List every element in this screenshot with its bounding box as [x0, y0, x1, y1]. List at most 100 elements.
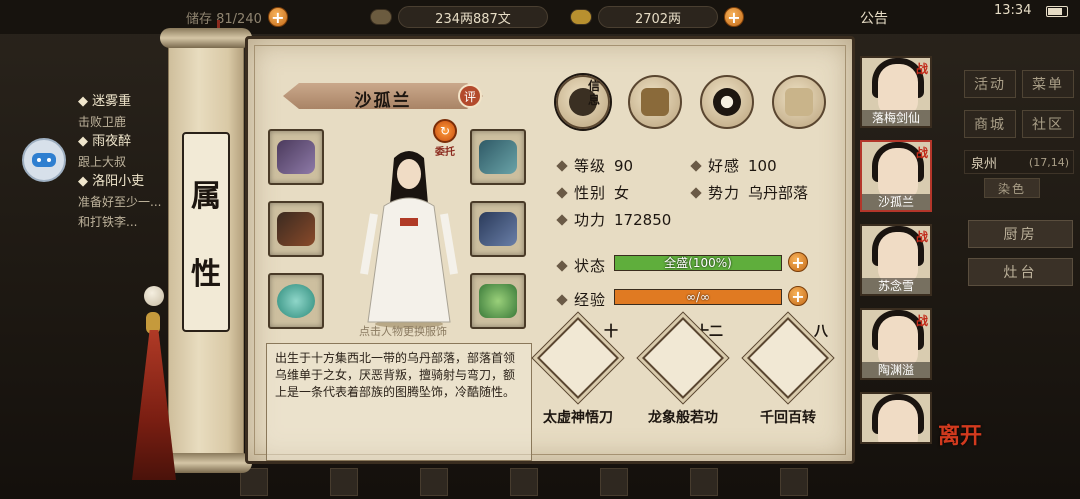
battle-badge: 战	[915, 230, 928, 244]
bag-icon	[641, 88, 669, 116]
dye-button[interactable]: 染色	[984, 178, 1040, 198]
stat-value: 100	[748, 156, 777, 175]
bottom-nav-item[interactable]	[690, 468, 718, 496]
leave-button[interactable]: 离开	[938, 418, 982, 450]
stat-label: 性别	[574, 184, 607, 202]
gold-pill: 2702两	[598, 6, 718, 28]
gold-counter: 2702两 +	[570, 6, 744, 28]
bottom-nav-item[interactable]	[600, 468, 628, 496]
tab-meridian[interactable]	[772, 75, 826, 129]
exp-plus-button[interactable]: +	[788, 286, 808, 306]
bottom-nav-item[interactable]	[420, 468, 448, 496]
character-figure[interactable]	[354, 144, 464, 329]
storage-plus-button[interactable]: +	[267, 7, 288, 27]
roster-card[interactable]: 战 陶渊溢	[860, 308, 932, 380]
diamond-icon	[556, 259, 568, 272]
skill-level: 八	[814, 324, 828, 340]
attribute-tab-char: 性	[191, 257, 221, 292]
stat-value: 90	[614, 156, 634, 175]
avatar	[878, 232, 918, 284]
equip-slot-accessory[interactable]	[470, 273, 526, 329]
stat-label: 好感	[708, 157, 741, 175]
tab-bag[interactable]	[628, 75, 682, 129]
location-coords: (17,14)	[1028, 155, 1069, 169]
stat-label: 功力	[574, 211, 607, 229]
roster-card[interactable]	[860, 392, 932, 444]
bottom-nav-item[interactable]	[780, 468, 808, 496]
roster-card[interactable]: 战 沙孤兰	[860, 140, 932, 212]
exp-bar: ∞/∞	[614, 289, 782, 305]
character-description: 出生于十方集西北一带的乌丹部落，部落首领乌维单于之女，厌恶背叛，擅骑射与弯刀，额…	[266, 343, 532, 461]
roster-card[interactable]: 战 落梅剑仙	[860, 56, 932, 128]
diamond-icon	[556, 293, 568, 306]
battle-badge: 战	[915, 314, 928, 328]
skill-name: 千回百转	[760, 410, 816, 426]
roster-name: 落梅剑仙	[862, 110, 930, 126]
activity-button[interactable]: 活动	[964, 70, 1016, 98]
stat-value: 女	[614, 184, 630, 202]
equip-slot-helmet[interactable]	[470, 129, 526, 185]
kitchen-button[interactable]: 厨房	[968, 220, 1073, 248]
review-button[interactable]: 评	[458, 84, 482, 108]
roller-cap-top	[160, 28, 252, 48]
exp-bar-text: ∞/∞	[685, 290, 711, 304]
tab-taiji[interactable]	[700, 75, 754, 129]
jade-icon	[479, 284, 517, 318]
outfit-hint: 点击人物更换服饰	[359, 325, 447, 338]
stat-power: 功力 172850	[556, 209, 672, 230]
roster-card[interactable]: 战 苏念雪	[860, 224, 932, 296]
name-banner: 沙孤兰	[283, 81, 483, 111]
diamond-icon	[690, 159, 702, 172]
stat-label: 等级	[574, 157, 607, 175]
meridian-icon	[785, 88, 813, 116]
state-bar: 全盛(100%)	[614, 255, 782, 271]
character-portrait	[360, 151, 458, 328]
skill-slot[interactable]: 十二 龙象般若功	[641, 316, 725, 427]
avatar	[878, 400, 918, 442]
delegate-label: 委托	[435, 147, 455, 158]
stat-state: 状态	[556, 255, 606, 276]
equip-slot-ring[interactable]	[268, 273, 324, 329]
shop-button[interactable]: 商城	[964, 110, 1016, 138]
skill-slot[interactable]: 八 千回百转	[746, 316, 830, 427]
avatar	[878, 64, 918, 116]
delegate-button[interactable]: ↻ 委托	[430, 119, 460, 159]
bottom-nav-item[interactable]	[330, 468, 358, 496]
equip-slot-weapon[interactable]	[268, 201, 324, 257]
stat-value: 172850	[614, 210, 672, 229]
battle-badge: 战	[915, 146, 928, 160]
menu-button[interactable]: 菜单	[1022, 70, 1074, 98]
bead-ornament	[144, 286, 164, 306]
bottom-nav	[240, 464, 840, 499]
stat-label: 势力	[708, 184, 741, 202]
silver-pill: 234两887文	[398, 6, 548, 28]
diamond-icon	[556, 213, 568, 226]
gold-value: 2702两	[634, 11, 682, 27]
stove-button[interactable]: 灶台	[968, 258, 1073, 286]
gold-plus-button[interactable]: +	[724, 7, 744, 27]
equip-slot-weapon-box[interactable]	[268, 129, 324, 185]
silver-counter: 234两887文	[370, 6, 548, 28]
skill-name: 龙象般若功	[648, 410, 718, 426]
clock: 13:34	[994, 3, 1032, 18]
location-display[interactable]: 泉州 (17,14)	[964, 150, 1074, 174]
skill-slot[interactable]: 十 太虚神悟刀	[536, 316, 620, 427]
gamepad-button[interactable]	[22, 138, 66, 182]
community-button[interactable]: 社区	[1022, 110, 1074, 138]
bottom-nav-item[interactable]	[510, 468, 538, 496]
avatar	[878, 316, 918, 368]
skill-name: 太虚神悟刀	[543, 410, 613, 426]
battery-icon	[1046, 6, 1068, 17]
character-panel: 沙孤兰 评 ↻ 委托 点击人物更换服饰 出生于十方集西北一带的乌丹部落，部落首领…	[245, 36, 855, 464]
roster-name: 沙孤兰	[862, 194, 930, 210]
stat-favor: 好感 100	[690, 155, 777, 176]
equip-slot-armor[interactable]	[470, 201, 526, 257]
attribute-tab[interactable]: 属 性	[182, 132, 230, 332]
blade-icon	[277, 212, 315, 246]
scroll-roller: 属 性	[160, 28, 252, 473]
avatar	[878, 148, 918, 200]
notice-button[interactable]: 公告	[860, 8, 888, 28]
state-plus-button[interactable]: +	[788, 252, 808, 272]
roster-name: 苏念雪	[862, 278, 930, 294]
stat-label: 经验	[574, 291, 607, 309]
